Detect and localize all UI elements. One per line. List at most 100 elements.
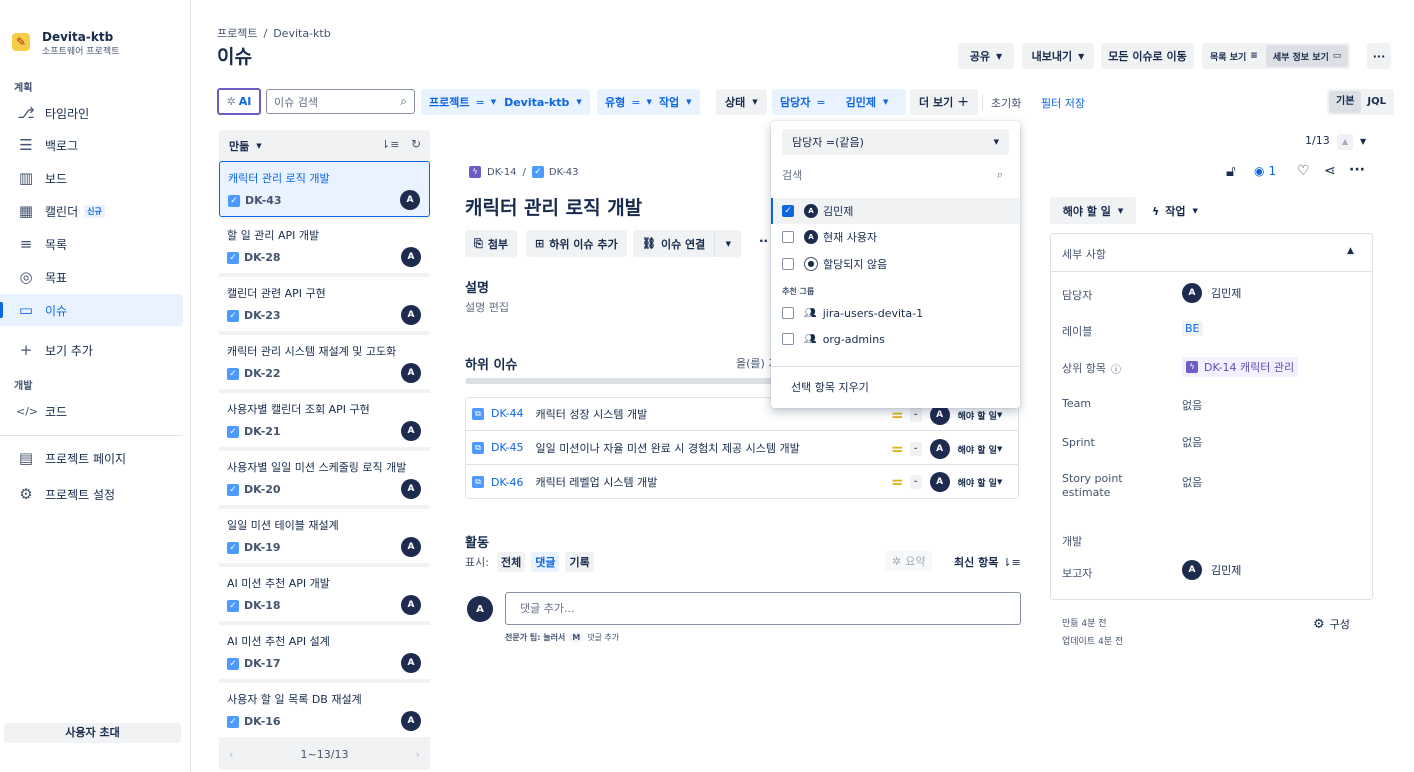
dropdown-group-option[interactable]: 👥︎ jira-users-devita-1	[782, 300, 1018, 326]
story-point-value[interactable]: 없음	[1182, 474, 1202, 490]
next-issue-icon[interactable]: ▼	[1360, 134, 1366, 150]
tab-comments[interactable]: 댓글	[531, 552, 560, 572]
issue-key[interactable]: DK-43	[549, 167, 579, 178]
sidebar-item-goals[interactable]: ◎ 목표	[0, 261, 183, 293]
attach-button[interactable]: ⎘ 첨부	[465, 230, 518, 257]
like-icon[interactable]: ♡	[1297, 163, 1310, 179]
team-value[interactable]: 없음	[1182, 397, 1202, 413]
more-icon[interactable]: ··	[759, 234, 768, 248]
sidebar-item-board[interactable]: ▥ 보드	[0, 162, 183, 194]
watch-button[interactable]: ◉ 1	[1254, 164, 1276, 178]
add-child-issue-button[interactable]: ⊞ 하위 이슈 추가	[526, 230, 627, 257]
checkbox-icon[interactable]	[782, 258, 794, 270]
parent-issue-key[interactable]: DK-14	[487, 167, 517, 178]
checkbox-icon[interactable]	[782, 231, 794, 243]
actions-button[interactable]: ϟ 작업 ▼	[1152, 203, 1198, 219]
reporter-value[interactable]: A 김민제	[1182, 560, 1241, 580]
prev-page-icon[interactable]: ‹	[229, 748, 233, 761]
ai-search-button[interactable]: ✲ AI	[217, 88, 261, 115]
chevron-up-icon[interactable]: ▲	[1347, 246, 1354, 256]
issue-card[interactable]: 일일 미션 테이블 재설계 ✓ DK-19 A	[219, 509, 430, 565]
next-page-icon[interactable]: ›	[416, 748, 420, 761]
sidebar-item-project-settings[interactable]: ⚙ 프로젝트 설정	[0, 478, 183, 510]
project-name[interactable]: Devita-ktb	[42, 30, 113, 44]
status-button[interactable]: 해야 할 일 ▼	[1050, 197, 1136, 224]
dropdown-option[interactable]: ● 할당되지 않음	[782, 251, 1018, 277]
issue-title[interactable]: 캐릭터 관리 로직 개발	[465, 193, 642, 220]
child-issue-key[interactable]: DK-46	[491, 476, 524, 489]
checkbox-checked-icon[interactable]: ✓	[782, 205, 794, 217]
link-issue-button[interactable]: ⛓ 이슈 연결	[633, 230, 716, 257]
sort-order-icon[interactable]: ⇂≡	[381, 138, 399, 151]
tab-history[interactable]: 기록	[565, 552, 594, 572]
issue-card[interactable]: 사용자 할 일 목록 DB 재설계 ✓ DK-16 A	[219, 683, 430, 739]
more-icon[interactable]: ···	[1349, 162, 1365, 178]
child-issue-key[interactable]: DK-45	[491, 441, 524, 454]
label-tag[interactable]: BE	[1182, 321, 1203, 336]
issue-card-selected[interactable]: 캐릭터 관리 로직 개발 ✓ DK-43 A	[219, 161, 430, 217]
status-dropdown[interactable]: 해야 할 일	[958, 443, 997, 456]
more-actions-button[interactable]: ···	[1367, 43, 1391, 69]
issue-card[interactable]: 사용자별 캘린더 조회 API 구현 ✓ DK-21 A	[219, 393, 430, 449]
issue-card[interactable]: 사용자별 일일 미션 스케줄링 로직 개발 ✓ DK-20 A	[219, 451, 430, 507]
sidebar-item-timeline[interactable]: ⎇ 타임라인	[0, 97, 183, 129]
issue-card[interactable]: 캘린더 관련 API 구현 ✓ DK-23 A	[219, 277, 430, 333]
more-filters-button[interactable]: 더 보기 +	[910, 89, 978, 115]
export-button[interactable]: 내보내기 ▼	[1022, 43, 1094, 69]
sidebar-item-list[interactable]: ≡ 목록	[0, 228, 183, 260]
type-filter[interactable]: 유형 = ▼ 작업 ▼	[597, 89, 700, 115]
detail-view-toggle[interactable]: 세부 정보 보기 ▭	[1265, 45, 1349, 67]
list-view-toggle[interactable]: 목록 보기 ≡	[1202, 43, 1266, 69]
sidebar-item-issues[interactable]: ▭ 이슈	[0, 294, 183, 326]
dropdown-option[interactable]: A 현재 사용자	[782, 224, 1018, 250]
refresh-icon[interactable]: ↻	[411, 137, 421, 151]
issue-card[interactable]: 할 일 관리 API 개발 ✓ DK-28 A	[219, 219, 430, 275]
child-issue-key[interactable]: DK-44	[491, 407, 524, 420]
sidebar-item-code[interactable]: </> 코드	[0, 395, 183, 427]
assignee-value[interactable]: A 김민제	[1182, 283, 1241, 303]
details-section-title[interactable]: 세부 사항	[1062, 246, 1106, 262]
reset-filters-button[interactable]: 초기화	[991, 95, 1021, 111]
checkbox-icon[interactable]	[782, 333, 794, 345]
basic-mode-toggle[interactable]: 기본	[1329, 91, 1362, 113]
description-edit[interactable]: 설명 편집	[465, 299, 509, 315]
summarize-button[interactable]: ✲ 요약	[885, 551, 933, 571]
share-icon[interactable]: ⋖	[1324, 163, 1336, 179]
issue-card[interactable]: AI 미션 추천 API 개발 ✓ DK-18 A	[219, 567, 430, 623]
prev-issue-icon[interactable]: ▲	[1337, 134, 1353, 150]
tab-all[interactable]: 전체	[496, 552, 526, 572]
sidebar-item-calendar[interactable]: ▦ 캘린더 신규	[0, 195, 183, 227]
breadcrumb-projects[interactable]: 프로젝트	[217, 25, 257, 41]
jql-mode-toggle[interactable]: JQL	[1361, 91, 1392, 113]
assignee-filter[interactable]: 담당자 = 김민제 ▼	[772, 89, 906, 115]
parent-value[interactable]: ϟ DK-14 캐릭터 관리	[1182, 357, 1299, 377]
invite-users-button[interactable]: 사용자 초대	[4, 723, 181, 743]
dropdown-search-input[interactable]: 검색 ⌕	[782, 164, 1009, 186]
clear-selection-button[interactable]: 선택 항목 지우기	[791, 379, 869, 395]
issue-card[interactable]: AI 미션 추천 API 설계 ✓ DK-17 A	[219, 625, 430, 681]
save-filter-button[interactable]: 필터 저장	[1041, 95, 1085, 111]
comment-input[interactable]: 댓글 추가...	[505, 592, 1021, 625]
status-dropdown[interactable]: 해야 할 일	[958, 409, 997, 422]
chevron-down-icon[interactable]: ▼	[715, 240, 741, 248]
status-dropdown[interactable]: 해야 할 일	[958, 476, 997, 489]
sidebar-item-project-pages[interactable]: ▤ 프로젝트 페이지	[0, 442, 183, 474]
checkbox-icon[interactable]	[782, 307, 794, 319]
sidebar-item-backlog[interactable]: ☰ 백로그	[0, 129, 183, 161]
project-filter[interactable]: 프로젝트 = ▼ Devita-ktb ▼	[421, 89, 590, 115]
share-button[interactable]: 공유 ▼	[958, 43, 1014, 69]
issue-search-input[interactable]: 이슈 검색 ⌕	[266, 89, 415, 114]
sort-dropdown[interactable]: 만듦 ▼	[229, 138, 262, 154]
status-filter[interactable]: 상태 ▼	[716, 89, 767, 115]
sidebar-item-add-view[interactable]: + 보기 추가	[0, 334, 183, 366]
operator-select[interactable]: 담당자 =(같음) ▼	[782, 129, 1009, 155]
issue-card[interactable]: 캐릭터 관리 시스템 재설계 및 고도화 ✓ DK-22 A	[219, 335, 430, 391]
sprint-value[interactable]: 없음	[1182, 434, 1202, 450]
go-to-all-issues-button[interactable]: 모든 이슈로 이동	[1101, 43, 1194, 69]
dropdown-option[interactable]: ✓ A 김민제	[782, 198, 1018, 224]
lock-icon[interactable]: 🔓︎	[1226, 162, 1236, 180]
dropdown-group-option[interactable]: 👥︎ org-admins	[782, 326, 1018, 352]
sort-latest-button[interactable]: 최신 항목 ⇂≡	[954, 554, 1021, 570]
breadcrumb-project[interactable]: Devita-ktb	[273, 27, 331, 40]
configure-button[interactable]: ⚙ 구성	[1313, 616, 1350, 632]
